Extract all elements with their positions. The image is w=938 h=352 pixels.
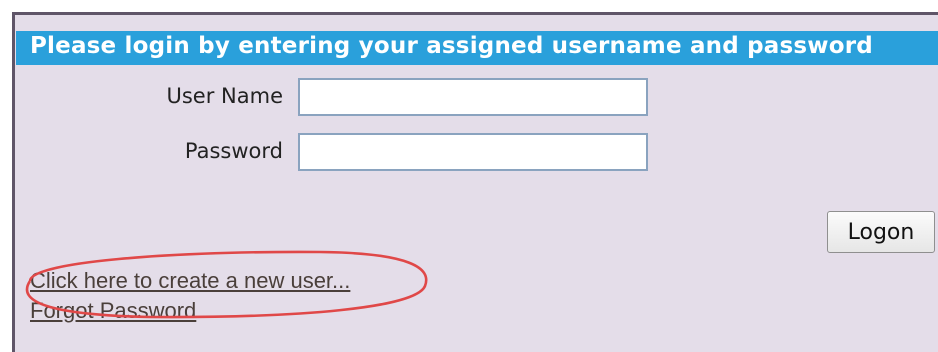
username-input[interactable] <box>298 78 648 116</box>
username-label: User Name <box>166 84 284 108</box>
forgot-password-link[interactable]: Forgot Password <box>30 298 196 324</box>
login-header-title: Please login by entering your assigned u… <box>30 33 873 59</box>
password-label: Password <box>184 139 283 163</box>
password-input[interactable] <box>298 133 648 171</box>
logon-button[interactable]: Logon <box>827 211 935 253</box>
create-user-link[interactable]: Click here to create a new user... <box>30 268 350 294</box>
